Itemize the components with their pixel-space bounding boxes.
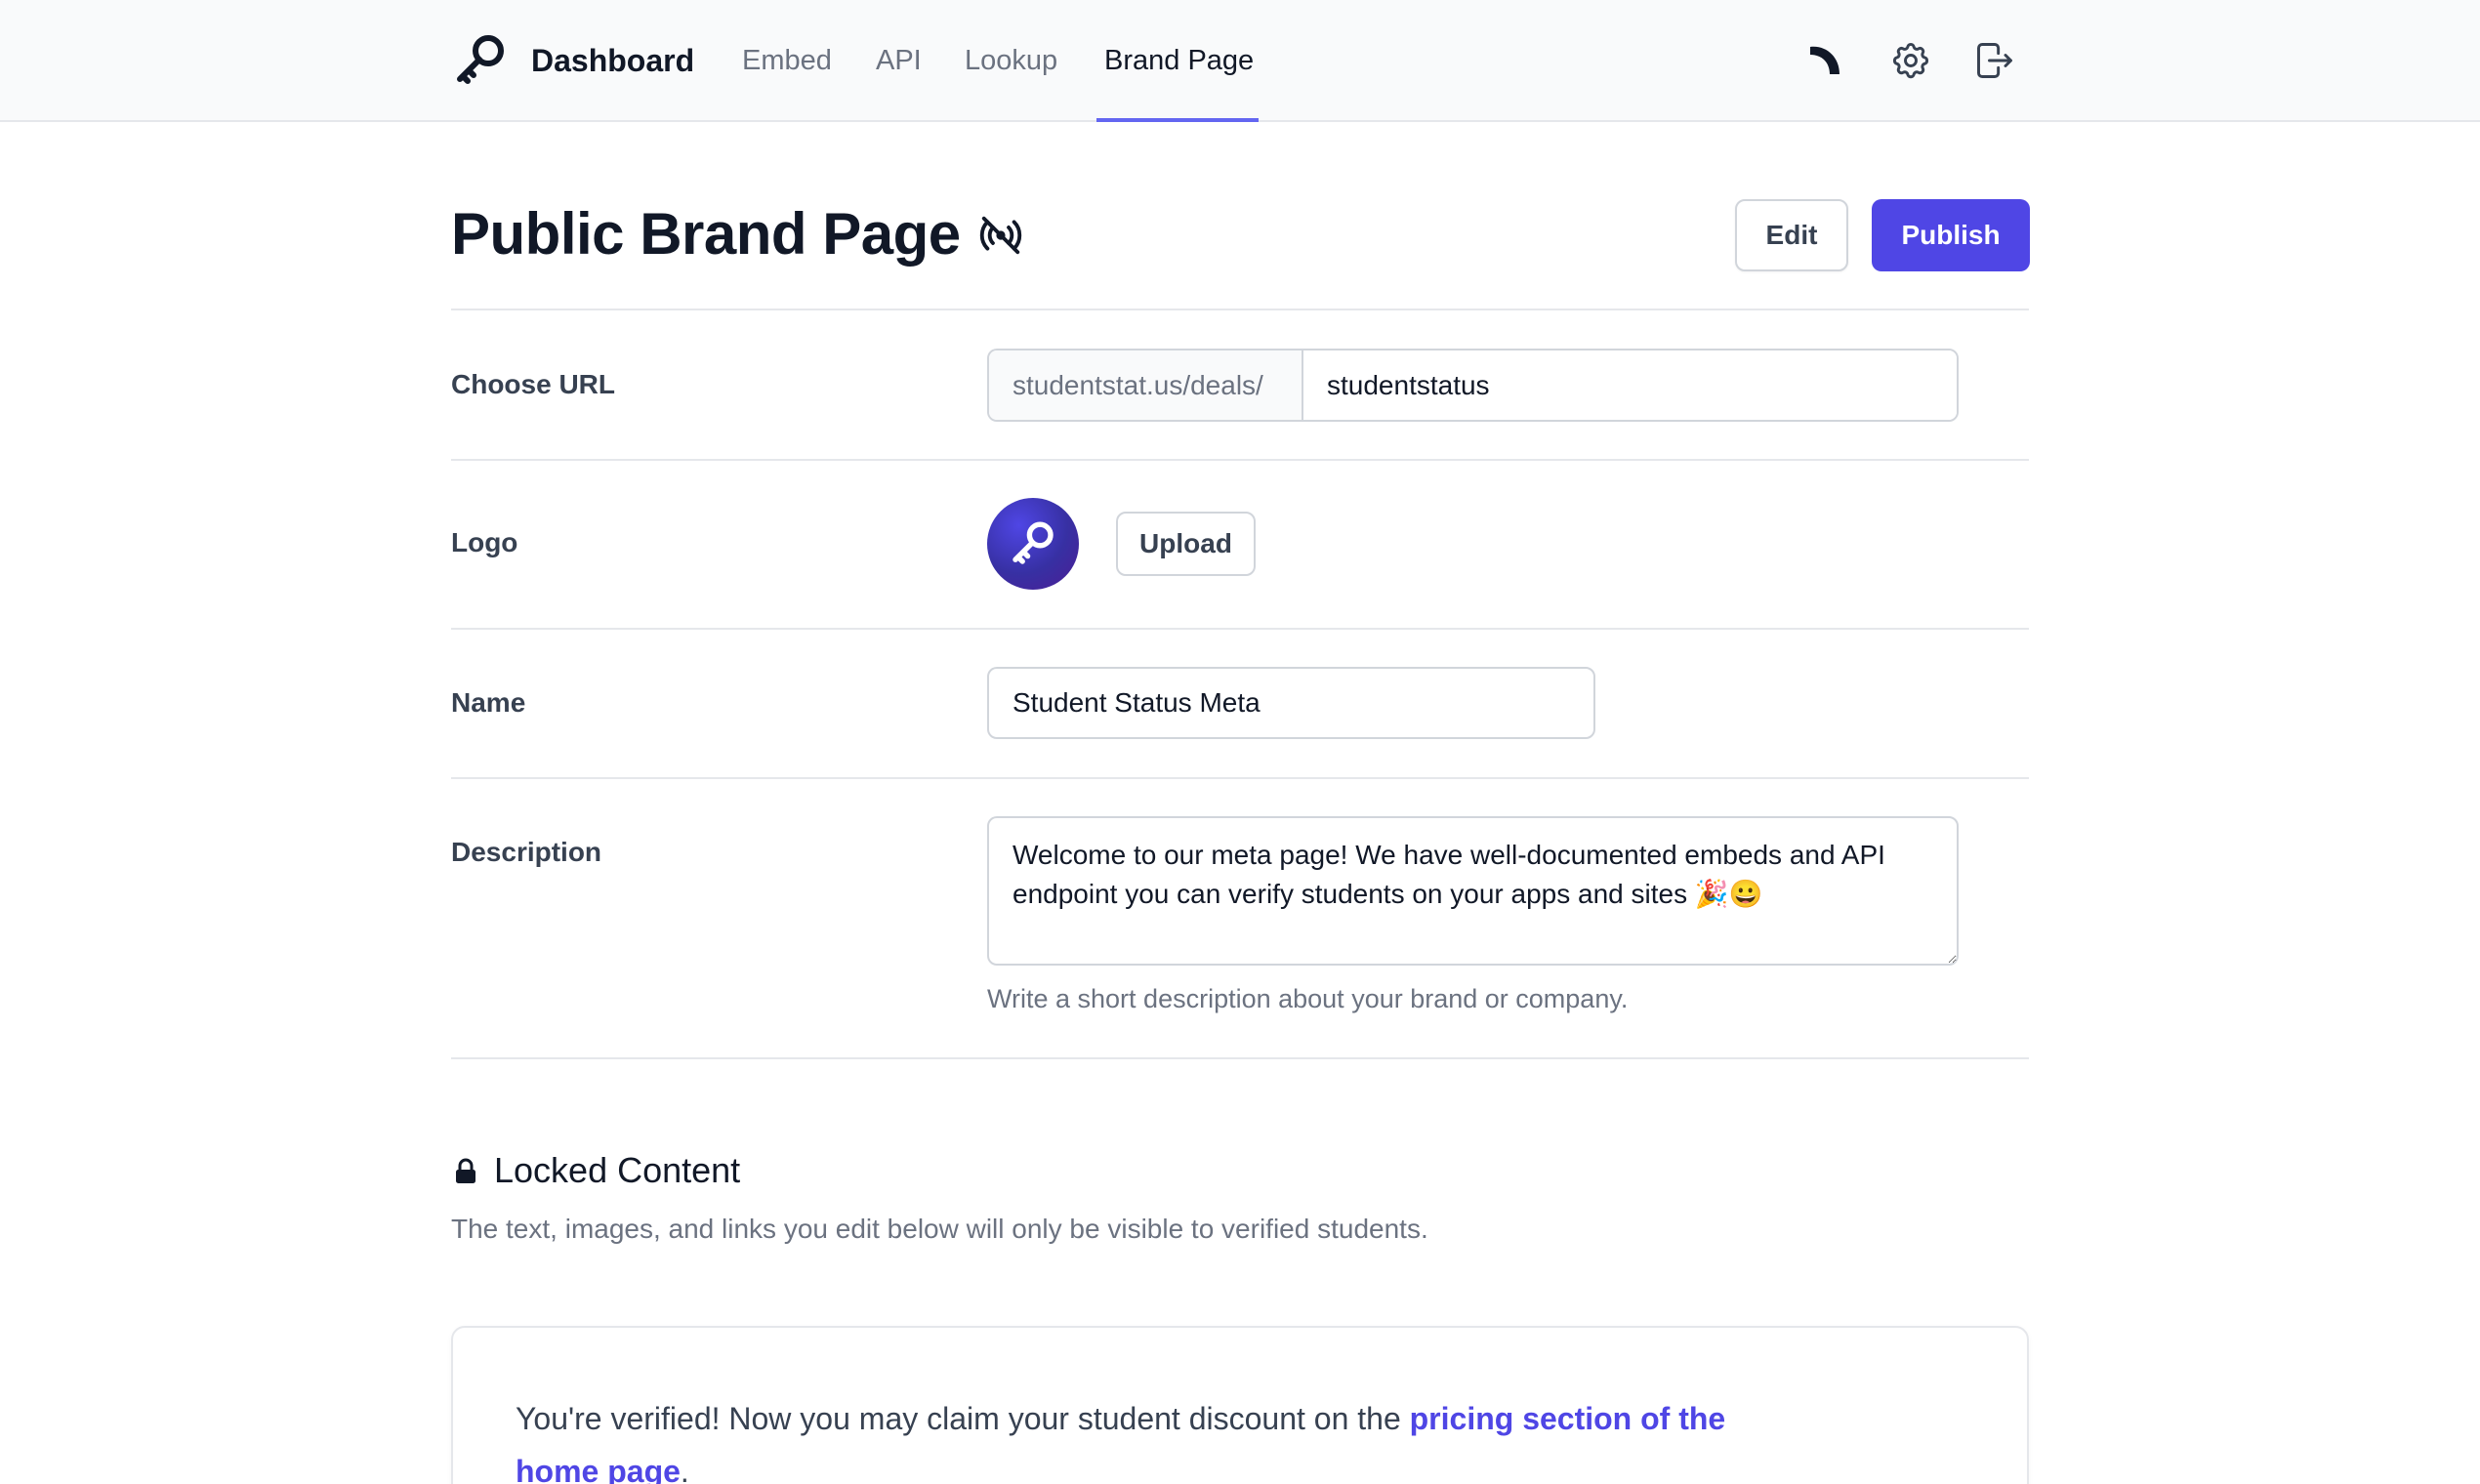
broadcast-off-icon bbox=[978, 213, 1023, 258]
locked-content-subtitle: The text, images, and links you edit bel… bbox=[451, 1214, 1428, 1244]
locked-content-title: Locked Content bbox=[494, 1150, 741, 1190]
theme-toggle-button[interactable] bbox=[1800, 35, 1851, 86]
divider bbox=[451, 628, 2029, 630]
settings-gear-icon bbox=[1892, 42, 1929, 79]
key-icon bbox=[457, 35, 504, 84]
theme-toggle-icon bbox=[1810, 46, 1839, 74]
publish-button[interactable]: Publish bbox=[1872, 199, 2030, 271]
nav-brand-page[interactable]: Brand Page bbox=[1104, 0, 1254, 122]
url-slug-input[interactable] bbox=[1303, 350, 1957, 420]
description-help-text: Write a short description about your bra… bbox=[987, 984, 1629, 1013]
description-textarea[interactable]: Welcome to our meta page! We have well-d… bbox=[987, 816, 1959, 966]
top-navbar: Dashboard Embed API Lookup Brand Page bbox=[0, 0, 2480, 122]
url-label: Choose URL bbox=[451, 369, 615, 399]
url-prefix: studentstat.us/deals/ bbox=[989, 350, 1303, 420]
url-field-group: studentstat.us/deals/ bbox=[987, 349, 1959, 422]
divider bbox=[451, 1057, 2029, 1059]
divider bbox=[451, 459, 2029, 461]
locked-text-after: . bbox=[680, 1454, 689, 1484]
edit-button[interactable]: Edit bbox=[1735, 199, 1848, 271]
brand[interactable]: Dashboard bbox=[451, 31, 694, 90]
brand-title: Dashboard bbox=[531, 42, 695, 78]
locked-content-card[interactable]: You're verified! Now you may claim your … bbox=[451, 1326, 2029, 1484]
locked-text-before: You're verified! Now you may claim your … bbox=[516, 1401, 1410, 1436]
name-input[interactable] bbox=[987, 667, 1595, 739]
locked-content-text: You're verified! Now you may claim your … bbox=[516, 1392, 1726, 1484]
logout-icon bbox=[1977, 43, 2012, 78]
divider bbox=[451, 309, 2029, 310]
description-label: Description bbox=[451, 837, 602, 867]
nav-api[interactable]: API bbox=[876, 0, 922, 122]
upload-button[interactable]: Upload bbox=[1116, 512, 1256, 576]
nav-embed[interactable]: Embed bbox=[742, 0, 832, 122]
divider bbox=[451, 777, 2029, 779]
page-title: Public Brand Page bbox=[451, 201, 961, 267]
lock-icon bbox=[453, 1158, 478, 1185]
name-label: Name bbox=[451, 687, 526, 718]
nav-lookup[interactable]: Lookup bbox=[965, 0, 1057, 122]
logo-avatar bbox=[987, 498, 1079, 590]
settings-button[interactable] bbox=[1885, 35, 1936, 86]
active-tab-indicator bbox=[1096, 118, 1259, 122]
key-icon bbox=[1013, 521, 1054, 564]
logout-button[interactable] bbox=[1969, 35, 2020, 86]
logo-label: Logo bbox=[451, 527, 518, 557]
